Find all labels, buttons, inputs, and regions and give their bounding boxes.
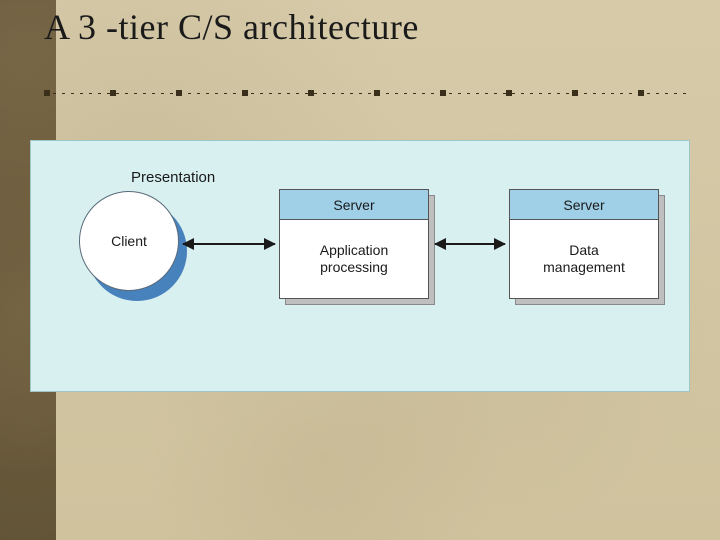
slide-title: A 3 -tier C/S architecture	[44, 6, 419, 48]
client-node: Client	[79, 191, 179, 291]
server-data-body: Data management	[510, 220, 658, 298]
arrow-app-to-data	[435, 243, 505, 245]
client-label: Client	[111, 233, 147, 249]
server-data-box: Server Data management	[509, 189, 659, 299]
diagram-panel: Presentation Client Server Application p…	[30, 140, 690, 392]
server-app-header: Server	[280, 190, 428, 220]
server-app-box: Server Application processing	[279, 189, 429, 299]
server-data-header: Server	[510, 190, 658, 220]
arrow-client-to-app	[183, 243, 275, 245]
server-app-body: Application processing	[280, 220, 428, 298]
presentation-label: Presentation	[131, 169, 215, 186]
